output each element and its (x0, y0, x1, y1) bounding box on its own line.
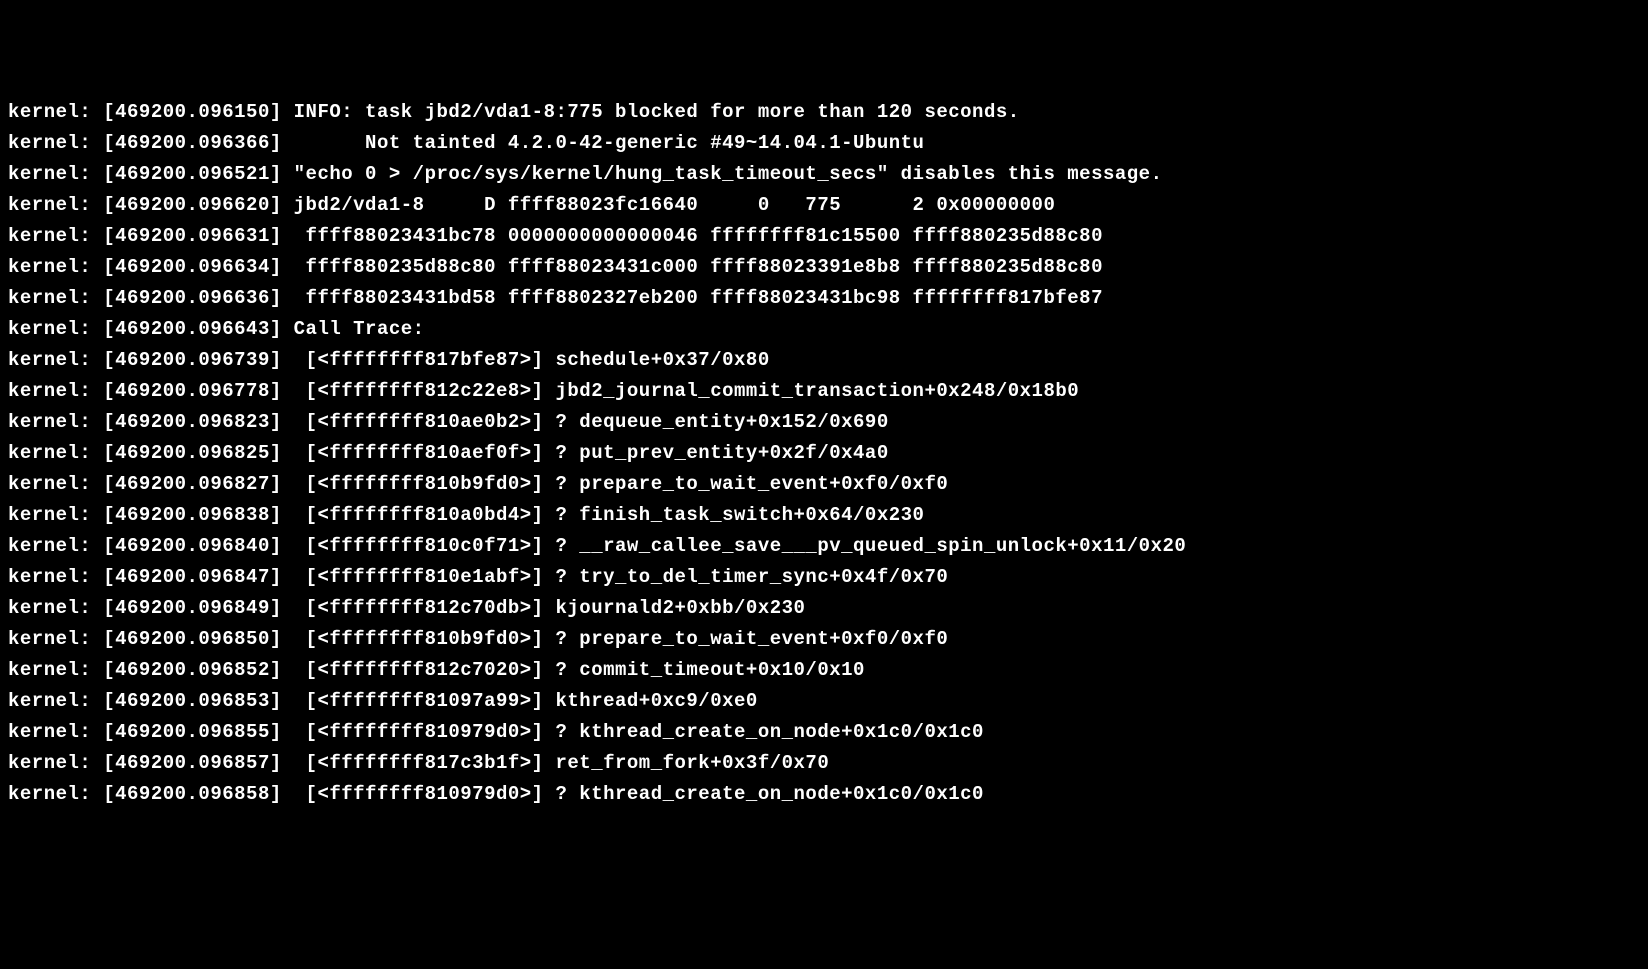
log-line: kernel: [469200.096838] [<ffffffff810a0b… (8, 500, 1640, 531)
log-line: kernel: [469200.096634] ffff880235d88c80… (8, 252, 1640, 283)
log-line: kernel: [469200.096852] [<ffffffff812c70… (8, 655, 1640, 686)
log-line: kernel: [469200.096849] [<ffffffff812c70… (8, 593, 1640, 624)
log-line: kernel: [469200.096739] [<ffffffff817bfe… (8, 345, 1640, 376)
log-line: kernel: [469200.096778] [<ffffffff812c22… (8, 376, 1640, 407)
log-line: kernel: [469200.096847] [<ffffffff810e1a… (8, 562, 1640, 593)
log-line: kernel: [469200.096827] [<ffffffff810b9f… (8, 469, 1640, 500)
log-line: kernel: [469200.096150] INFO: task jbd2/… (8, 97, 1640, 128)
log-line: kernel: [469200.096643] Call Trace: (8, 314, 1640, 345)
log-line: kernel: [469200.096825] [<ffffffff810aef… (8, 438, 1640, 469)
log-line: kernel: [469200.096521] "echo 0 > /proc/… (8, 159, 1640, 190)
log-line: kernel: [469200.096857] [<ffffffff817c3b… (8, 748, 1640, 779)
log-line: kernel: [469200.096366] Not tainted 4.2.… (8, 128, 1640, 159)
log-line: kernel: [469200.096855] [<ffffffff810979… (8, 717, 1640, 748)
log-line: kernel: [469200.096858] [<ffffffff810979… (8, 779, 1640, 810)
log-line: kernel: [469200.096840] [<ffffffff810c0f… (8, 531, 1640, 562)
log-line: kernel: [469200.096631] ffff88023431bc78… (8, 221, 1640, 252)
log-line: kernel: [469200.096823] [<ffffffff810ae0… (8, 407, 1640, 438)
log-line: kernel: [469200.096850] [<ffffffff810b9f… (8, 624, 1640, 655)
log-line: kernel: [469200.096853] [<ffffffff81097a… (8, 686, 1640, 717)
log-line: kernel: [469200.096636] ffff88023431bd58… (8, 283, 1640, 314)
terminal-output: kernel: [469200.096150] INFO: task jbd2/… (8, 97, 1640, 810)
log-line: kernel: [469200.096620] jbd2/vda1-8 D ff… (8, 190, 1640, 221)
